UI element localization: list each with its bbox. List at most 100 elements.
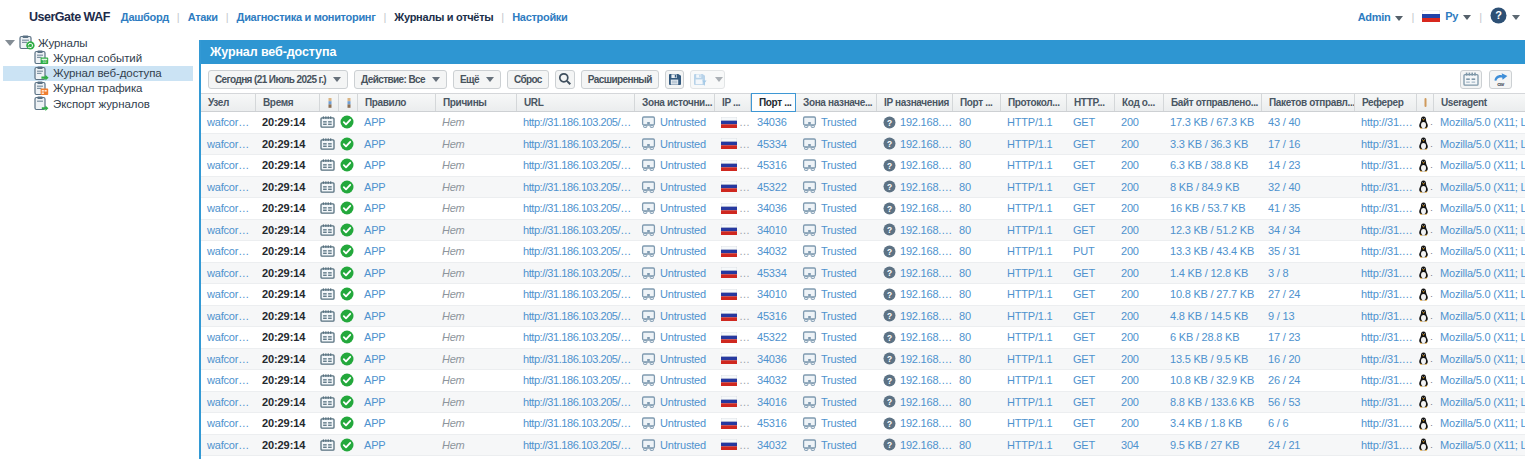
cell-text: 45322 xyxy=(757,331,787,343)
cell-source-zone: Untrusted xyxy=(635,155,715,176)
menu-item-4[interactable]: Журналы и отчёты xyxy=(394,11,493,23)
log-row-15[interactable]: wafcor…20:29:14APPНетhttp://31.186.103.2… xyxy=(201,413,1525,435)
column-header-порт[interactable]: Порт ... xyxy=(953,94,1001,111)
cell-dest-ip: ?192.168.… xyxy=(877,435,953,456)
menu-item-5[interactable]: Настройки xyxy=(512,11,567,23)
cell-text: 45322 xyxy=(757,181,787,193)
chevron-down-icon xyxy=(1395,16,1403,21)
sidebar-item-4[interactable]: Экспорт журналов xyxy=(3,96,193,111)
log-row-7[interactable]: wafcor…20:29:14APPНетhttp://31.186.103.2… xyxy=(201,241,1525,263)
cell-text: HTTP/1.1 xyxy=(1007,439,1052,451)
log-row-9[interactable]: wafcor…20:29:14APPНетhttp://31.186.103.2… xyxy=(201,284,1525,306)
divider: | xyxy=(383,11,386,23)
saved-filters-button[interactable] xyxy=(690,70,725,89)
log-row-6[interactable]: wafcor…20:29:14APPНетhttp://31.186.103.2… xyxy=(201,220,1525,242)
column-header-порт[interactable]: Порт ... xyxy=(751,93,796,112)
cell-http-method: GET xyxy=(1067,134,1115,155)
cell-action-status xyxy=(339,198,358,219)
tree-expander-icon[interactable] xyxy=(5,40,15,46)
column-header-url[interactable]: URL xyxy=(517,94,635,111)
column-header-icon-3[interactable] xyxy=(339,94,358,111)
menu-item-2[interactable]: Атаки xyxy=(188,11,218,23)
select-columns-button[interactable] xyxy=(1460,70,1482,89)
column-header-причины[interactable]: Причины xyxy=(436,94,517,111)
column-header-узел[interactable]: Узел xyxy=(201,94,256,111)
column-header-ip[interactable]: IP ... xyxy=(715,94,751,111)
sidebar-item-2[interactable]: Журнал веб-доступа xyxy=(3,66,193,81)
sidebar-item-label: Журнал веб-доступа xyxy=(53,67,162,79)
cell-time: 20:29:14 xyxy=(256,241,320,262)
sidebar-item-3[interactable]: Журнал трафика xyxy=(3,81,193,96)
cell-text: 200 xyxy=(1121,417,1139,429)
cell-text: Trusted xyxy=(821,439,856,451)
cell-source-port: 34032 xyxy=(751,435,796,456)
export-csv-button[interactable]: csv xyxy=(1489,70,1512,89)
sidebar-root-journals[interactable]: Журналы xyxy=(3,35,193,50)
column-header-useragent[interactable]: Useragent xyxy=(1434,94,1525,111)
cell-rule: APP xyxy=(358,327,436,348)
more-filter-button[interactable]: Ещё xyxy=(453,70,501,89)
cell-event-type xyxy=(320,177,339,198)
zone-monitor-icon xyxy=(802,116,817,128)
column-header-http[interactable]: HTTP... xyxy=(1067,94,1115,111)
log-row-12[interactable]: wafcor…20:29:14APPНетhttp://31.186.103.2… xyxy=(201,349,1525,371)
log-row-3[interactable]: wafcor…20:29:14APPНетhttp://31.186.103.2… xyxy=(201,155,1525,177)
log-row-2[interactable]: wafcor…20:29:14APPНетhttp://31.186.103.2… xyxy=(201,134,1525,156)
advanced-button[interactable]: Расширенный xyxy=(581,70,659,89)
column-header-зона-источни[interactable]: Зона источни... xyxy=(635,94,715,111)
truncation-dot: . xyxy=(1430,354,1433,364)
log-row-10[interactable]: wafcor…20:29:14APPНетhttp://31.186.103.2… xyxy=(201,306,1525,328)
russian-flag-icon xyxy=(721,181,737,192)
column-header-label: Пакетов отправл... xyxy=(1269,97,1355,108)
cell-useragent: Mozilla/5.0 (X11; L xyxy=(1434,112,1525,133)
log-row-16[interactable]: wafcor…20:29:14APPНетhttp://31.186.103.2… xyxy=(201,435,1525,457)
menu-item-3[interactable]: Диагностика и мониторинг xyxy=(237,11,376,23)
sidebar-item-1[interactable]: 10Журнал событий xyxy=(3,50,193,65)
reset-button[interactable]: Сброс xyxy=(507,70,549,89)
cell-response-code: 200 xyxy=(1115,370,1164,391)
log-row-14[interactable]: wafcor…20:29:14APPНетhttp://31.186.103.2… xyxy=(201,392,1525,414)
column-header-icon-2[interactable] xyxy=(320,94,339,111)
cell-packets: 32 / 40 xyxy=(1262,177,1355,198)
cell-reason: Нет xyxy=(436,349,517,370)
event-card-icon xyxy=(320,224,335,236)
column-header-время[interactable]: Время xyxy=(256,94,320,111)
cell-text: Trusted xyxy=(821,202,856,214)
cell-dest-port: 80 xyxy=(953,134,1001,155)
column-header-ip-назначения[interactable]: IP назначения xyxy=(877,94,953,111)
column-header-правило[interactable]: Правило xyxy=(358,94,436,111)
cell-time: 20:29:14 xyxy=(256,306,320,327)
cell-url: http://31.186.103.205/… xyxy=(517,263,635,284)
user-menu[interactable]: Admin xyxy=(1358,11,1404,23)
cell-os: . xyxy=(1417,435,1434,456)
column-header-реферер[interactable]: Реферер xyxy=(1355,94,1417,111)
log-row-5[interactable]: wafcor…20:29:14APPНетhttp://31.186.103.2… xyxy=(201,198,1525,220)
column-header-байт-отправлено[interactable]: Байт отправлено... xyxy=(1164,94,1262,111)
cell-text: HTTP/1.1 xyxy=(1007,417,1052,429)
save-filter-button[interactable] xyxy=(665,70,684,89)
column-header-протокол[interactable]: Протокол... xyxy=(1001,94,1067,111)
date-filter-button[interactable]: Сегодня (21 Июль 2025 г.) xyxy=(208,70,348,89)
search-button[interactable] xyxy=(555,70,575,89)
language-menu[interactable]: Ру xyxy=(1422,10,1471,24)
cell-text: Trusted xyxy=(821,159,856,171)
action-filter-button[interactable]: Действие: Все xyxy=(354,70,447,89)
menu-item-1[interactable]: Дашборд xyxy=(121,11,169,23)
cell-text: 27 / 24 xyxy=(1268,288,1300,300)
column-header-пакетов-отправл[interactable]: Пакетов отправл... xyxy=(1262,94,1355,111)
log-row-8[interactable]: wafcor…20:29:14APPНетhttp://31.186.103.2… xyxy=(201,263,1525,285)
log-row-11[interactable]: wafcor…20:29:14APPНетhttp://31.186.103.2… xyxy=(201,327,1525,349)
cell-node: wafcor… xyxy=(201,306,256,327)
cell-text: 20:29:14 xyxy=(262,267,305,279)
log-row-4[interactable]: wafcor…20:29:14APPНетhttp://31.186.103.2… xyxy=(201,177,1525,199)
cell-text: 200 xyxy=(1121,202,1139,214)
cell-bytes: 10.8 KB / 27.7 KB xyxy=(1164,284,1262,305)
cell-referer: http://31.… xyxy=(1355,155,1417,176)
column-header-зона-назначе[interactable]: Зона назначе... xyxy=(796,94,877,111)
help-menu[interactable]: ? xyxy=(1490,7,1520,28)
log-row-1[interactable]: wafcor…20:29:14APPНетhttp://31.186.103.2… xyxy=(201,112,1525,134)
cell-text: wafcor… xyxy=(207,417,249,429)
column-header-icon-19[interactable] xyxy=(1417,94,1434,111)
log-row-13[interactable]: wafcor…20:29:14APPНетhttp://31.186.103.2… xyxy=(201,370,1525,392)
column-header-код-о[interactable]: Код о... xyxy=(1115,94,1164,111)
